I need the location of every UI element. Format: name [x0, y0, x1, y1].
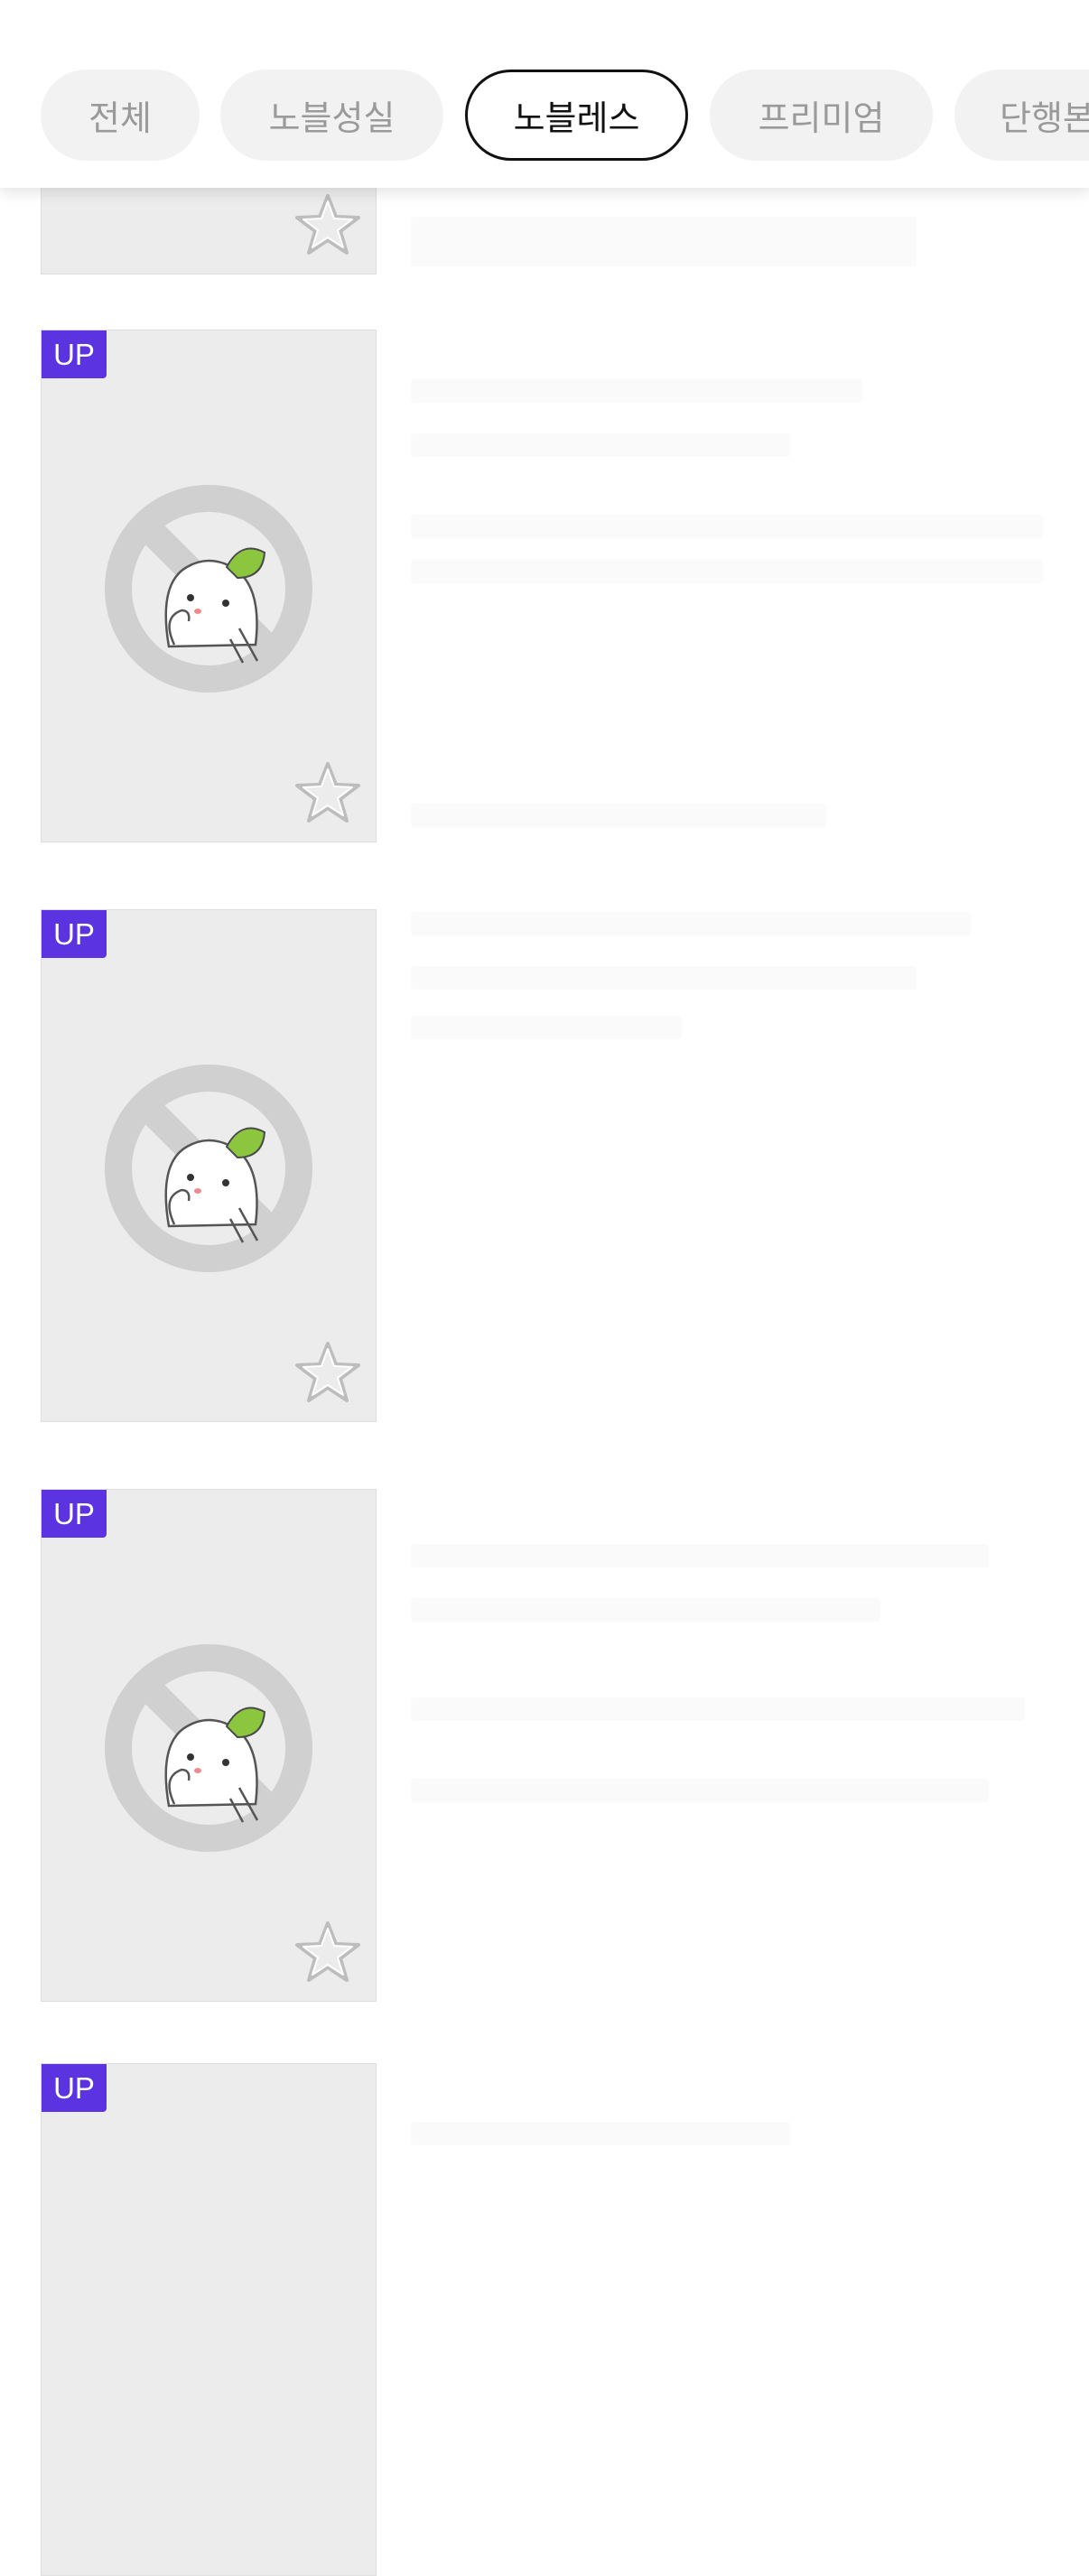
tab-all[interactable]: 전체 — [41, 70, 200, 161]
list-item-cover[interactable]: UP — [41, 2063, 377, 2576]
no-image-placeholder-icon — [105, 485, 312, 693]
tab-label: 프리미엄 — [758, 100, 885, 138]
star-outline-icon[interactable] — [294, 760, 361, 825]
category-tab-bar: 전체 노블성실 노블레스 프리미엄 단행본 — [0, 0, 1089, 188]
tab-label: 전체 — [88, 100, 152, 138]
up-badge: UP — [42, 910, 107, 958]
star-outline-icon[interactable] — [294, 192, 361, 257]
star-outline-icon[interactable] — [294, 1340, 361, 1405]
tab-label: 노블성실 — [268, 100, 396, 138]
no-image-placeholder-icon — [105, 1644, 312, 1852]
star-outline-icon[interactable] — [294, 1920, 361, 1985]
list-item-details — [411, 217, 917, 266]
tab-premium[interactable]: 프리미엄 — [710, 70, 933, 161]
tab-noblesse[interactable]: 노블레스 — [465, 70, 688, 161]
tab-label: 노블레스 — [513, 100, 640, 138]
tab-single-volume[interactable]: 단행본 — [954, 70, 1089, 161]
up-badge: UP — [42, 2064, 107, 2112]
up-badge: UP — [42, 330, 107, 378]
tab-noble-sincere[interactable]: 노블성실 — [220, 70, 443, 161]
list-item-cover[interactable]: UP — [41, 330, 377, 842]
list-item-cover[interactable]: UP — [41, 1489, 377, 2002]
list-item-details — [411, 2122, 790, 2145]
up-badge: UP — [42, 1490, 107, 1538]
tab-label: 단행본 — [1000, 100, 1089, 138]
no-image-placeholder-icon — [105, 1065, 312, 1272]
list-item-cover[interactable]: UP — [41, 909, 377, 1422]
